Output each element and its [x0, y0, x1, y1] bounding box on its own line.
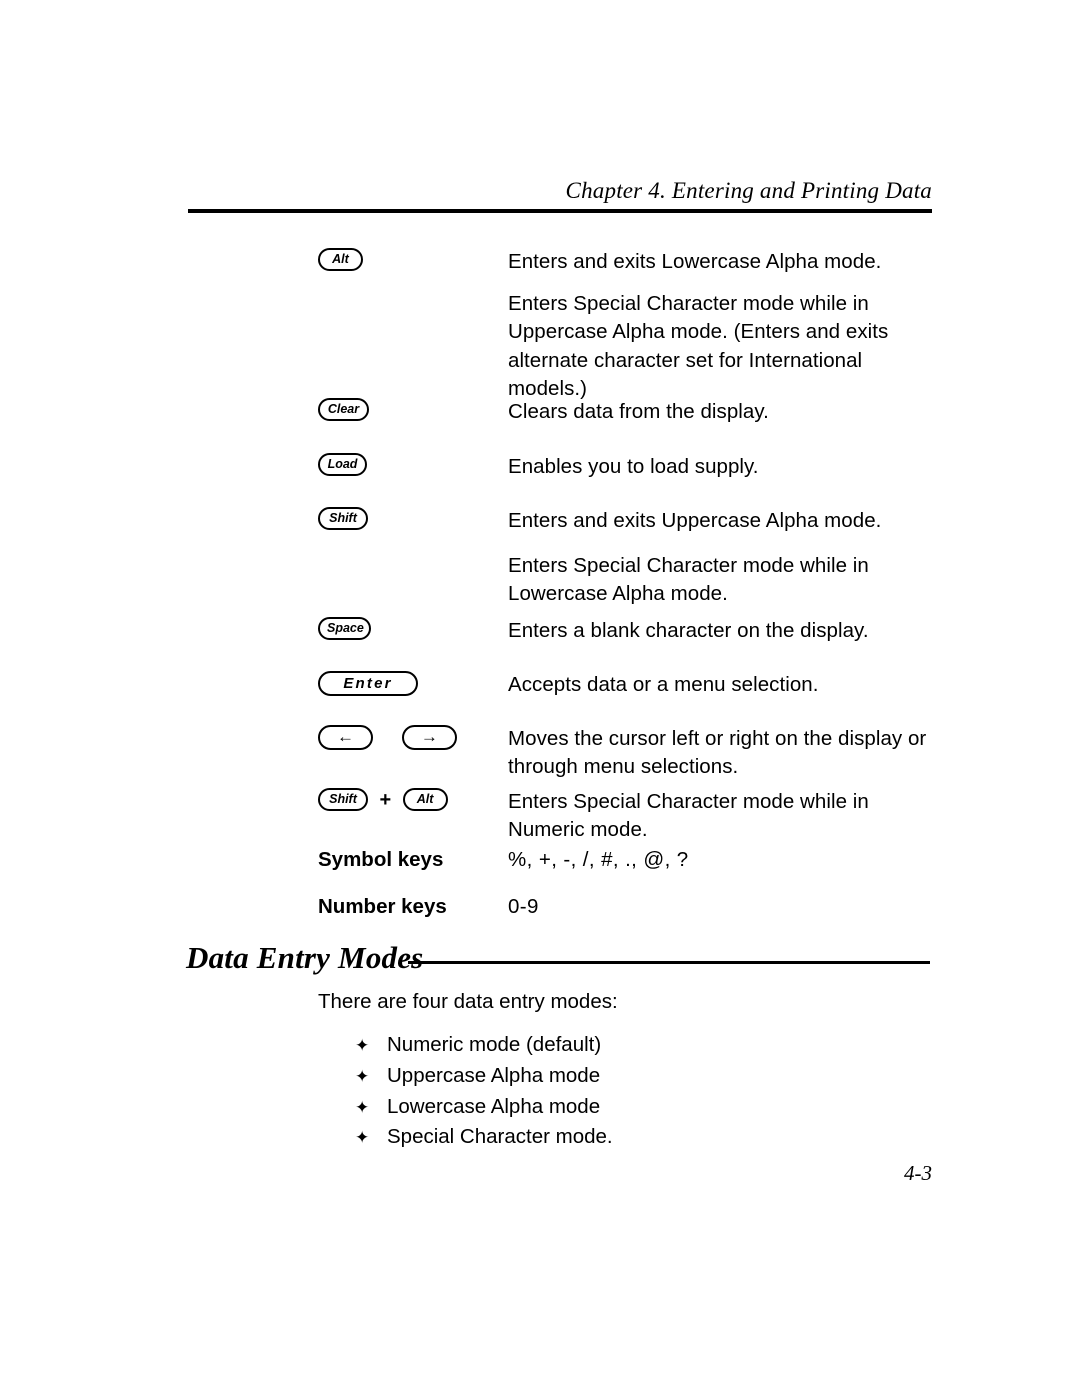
key-shift[interactable]: Shift	[318, 507, 368, 530]
number-keys-value: 0-9	[508, 895, 539, 918]
key-arrow-right[interactable]: →	[401, 725, 457, 750]
data-entry-modes-list: ✦ Numeric mode (default) ✦ Uppercase Alpha…	[355, 1030, 805, 1153]
list-item: ✦ Uppercase Alpha mode	[355, 1061, 805, 1092]
key-cell: Clear	[318, 398, 498, 424]
header-divider	[188, 209, 932, 213]
key-shift[interactable]: Shift	[318, 788, 368, 811]
running-header: Chapter 4. Entering and Printing Data	[565, 178, 932, 203]
key-cell: Enter	[318, 671, 498, 697]
key-cell: ← →	[318, 725, 498, 751]
key-description: Enters and exits Lowercase Alpha mode.	[508, 250, 882, 273]
key-clear[interactable]: Clear	[318, 398, 369, 421]
plus-symbol: +	[379, 789, 392, 811]
number-keys-label: Number keys	[318, 895, 447, 918]
list-item-label: Uppercase Alpha mode	[387, 1063, 601, 1087]
key-space[interactable]: Space	[318, 617, 371, 640]
key-description: Enters a blank character on the display.	[508, 619, 869, 642]
key-cell: Load	[318, 453, 498, 479]
bullet-diamond-icon: ✦	[355, 1097, 370, 1117]
list-item-label: Numeric mode (default)	[387, 1033, 602, 1056]
key-description: Moves the cursor left or right on the di…	[508, 727, 927, 779]
key-alt[interactable]: Alt	[318, 248, 363, 271]
key-description: Clears data from the display.	[508, 400, 769, 423]
list-item-label: Special Character mode.	[387, 1125, 613, 1149]
list-item: ✦ Numeric mode (default)	[355, 1030, 805, 1061]
symbol-keys-label: Symbol keys	[318, 848, 444, 871]
key-cell: Space	[318, 617, 498, 643]
bullet-diamond-icon: ✦	[355, 1066, 370, 1086]
key-description: Enters and exits Uppercase Alpha mode.	[508, 509, 882, 532]
key-arrow-left[interactable]: ←	[318, 725, 373, 750]
bullet-diamond-icon: ✦	[355, 1128, 370, 1148]
list-item-label: Lowercase Alpha mode	[387, 1094, 601, 1118]
key-cell: Shift	[318, 507, 498, 533]
key-description: Accepts data or a menu selection.	[508, 673, 819, 696]
page-number: 4-3	[904, 1161, 932, 1185]
key-description: Enables you to load supply.	[508, 455, 759, 478]
key-enter[interactable]: Enter	[318, 671, 418, 696]
key-description: Enters Special Character mode while in L…	[508, 554, 869, 606]
key-cell: Alt	[318, 248, 498, 274]
key-cell: Shift + Alt	[318, 788, 498, 814]
key-load[interactable]: Load	[318, 453, 367, 476]
key-description: Enters Special Character mode while in N…	[508, 790, 869, 842]
key-description: Enters Special Character mode while in U…	[508, 292, 889, 401]
key-alt[interactable]: Alt	[402, 788, 448, 811]
symbol-keys-value: %, +, -, /, #, ., @, ?	[508, 848, 689, 871]
bullet-diamond-icon: ✦	[355, 1036, 370, 1055]
section-heading: Data Entry Modes	[186, 940, 424, 975]
document-page: Chapter 4. Entering and Printing Data Al…	[0, 0, 1080, 1397]
list-item: ✦ Lowercase Alpha mode	[355, 1092, 805, 1123]
section-heading-rule	[408, 961, 930, 964]
section-intro: There are four data entry modes:	[318, 990, 618, 1013]
list-item: ✦ Special Character mode.	[355, 1122, 805, 1153]
